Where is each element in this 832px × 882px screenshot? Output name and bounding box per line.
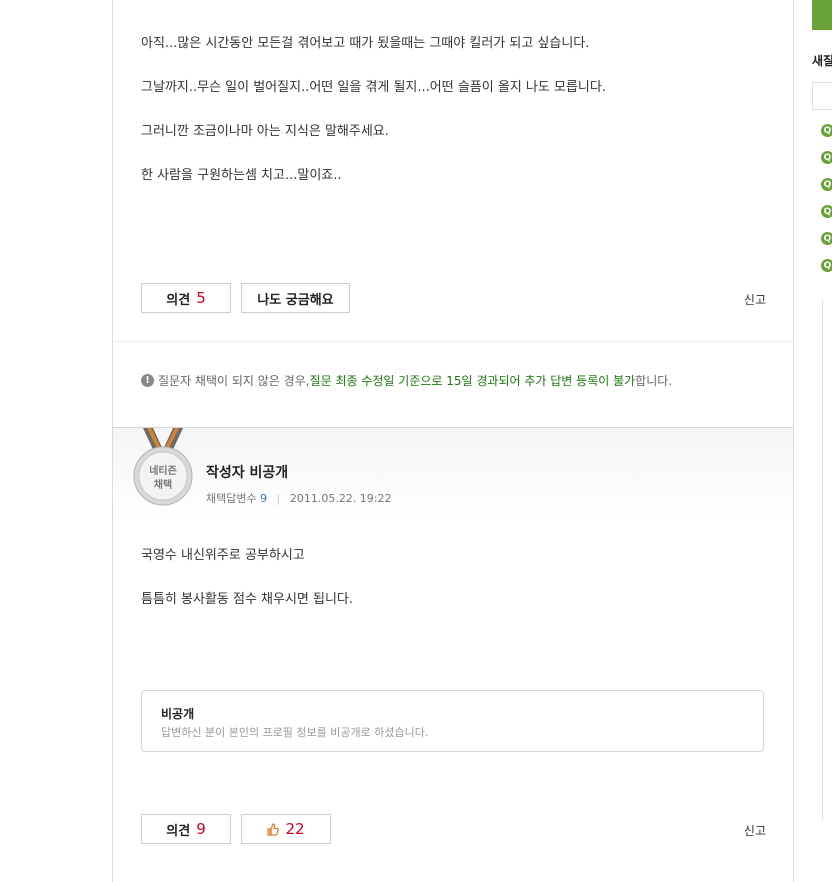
opinion-label: 의견 [166,823,191,839]
answer-author: 작성자 비공개 [206,465,289,481]
thumbs-up-icon [267,822,280,836]
answer-report-link[interactable]: 신고 [744,822,766,839]
like-button[interactable]: 22 [241,814,331,844]
sidebar-green-button[interactable] [812,0,832,30]
answer-header: 네티즌 채택 작성자 비공개 채택답변수 9 | 2011.05.22. 19:… [113,427,793,521]
private-title: 비공개 [161,707,195,721]
like-count: 22 [285,820,305,838]
sidebar-heading: 새질 [812,54,832,68]
sidebar-divider [822,300,823,820]
question-badge-icon: Q [821,259,832,272]
opinion-count: 9 [196,820,206,838]
answer-opinion-button[interactable]: 의견 9 [141,814,231,844]
medal-line1: 네티즌 [149,464,177,477]
notice-suffix: 합니다. [635,374,673,388]
private-profile-box: 비공개 답변하신 분이 본인의 프로필 정보를 비공개로 하셨습니다. [141,690,764,752]
curious-button[interactable]: 나도 궁금해요 [241,283,350,313]
answer-paragraph: 틈틈히 봉사활동 점수 채우시면 됩니다. [141,592,354,607]
medal-line2: 채택 [154,478,172,491]
question-badge-icon: Q [821,151,832,164]
question-badge-icon: Q [821,205,832,218]
question-badge-icon: Q [821,232,832,245]
question-opinion-button[interactable]: 의견 5 [141,283,231,313]
divider [113,341,793,342]
right-sidebar: 새질 Q Q Q Q Q Q [792,0,832,882]
opinion-label: 의견 [166,292,191,308]
question-badge-icon: Q [821,124,832,137]
netizen-adopted-medal-icon: 네티즌 채택 [133,428,193,506]
question-paragraph: 아직...많은 시간동안 모든걸 겪어보고 때가 됬을때는 그때야 킬러가 되고… [141,36,590,51]
curious-label: 나도 궁금해요 [257,292,334,308]
opinion-count: 5 [196,289,206,307]
answer-date: 2011.05.22. 19:22 [289,492,392,505]
answer-paragraph: 국영수 내신위주로 공부하시고 [141,548,305,563]
notice-highlight: 질문 최종 수정일 기준으로 15일 경과되어 추가 답변 등록이 불가 [309,374,636,388]
answer-meta: 채택답변수 9 | 2011.05.22. 19:22 [206,490,392,506]
question-paragraph: 한 사람을 구원하는셈 치고...말이죠.. [141,168,342,183]
question-paragraph: 그러니깐 조금이나마 아는 지식은 말해주세요. [141,124,389,139]
meta-separator: | [276,492,281,505]
question-report-link[interactable]: 신고 [744,291,766,308]
main-content: 아직...많은 시간동안 모든걸 겪어보고 때가 됬을때는 그때야 킬러가 되고… [112,0,794,882]
question-badge-icon: Q [821,178,832,191]
private-description: 답변하신 분이 본인의 프로필 정보를 비공개로 하셨습니다. [161,726,429,739]
sidebar-box [812,82,832,110]
answer-notice: ! 질문자 채택이 되지 않은 경우, 질문 최종 수정일 기준으로 15일 경… [141,372,672,389]
question-paragraph: 그날까지..무슨 일이 벌어질지..어떤 일을 겪게 될지...어떤 슬픔이 올… [141,80,606,95]
adopted-count: 9 [260,492,268,505]
adopted-label: 채택답변수 [206,492,257,505]
notice-prefix: 질문자 채택이 되지 않은 경우, [158,374,310,388]
warning-icon: ! [141,374,154,387]
